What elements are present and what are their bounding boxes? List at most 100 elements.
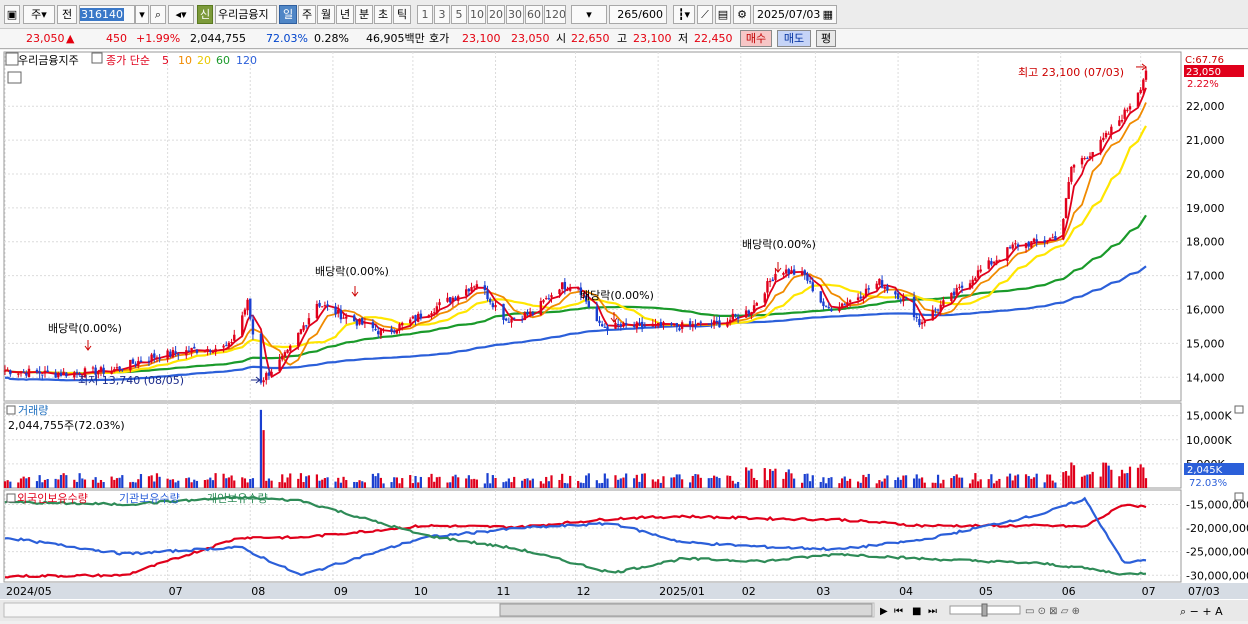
volume-bar — [990, 474, 993, 488]
stop-icon[interactable]: ■ — [912, 606, 921, 617]
date-input[interactable]: 2025/07/03 ▦ — [753, 5, 837, 24]
candle-body — [166, 350, 169, 360]
candle-body — [539, 300, 543, 315]
volume-bar — [46, 479, 49, 488]
code-dropdown-icon[interactable]: ▾ — [135, 5, 149, 24]
volume-bar — [753, 477, 756, 488]
scroll-thumb[interactable] — [499, 603, 873, 617]
volume-bar — [174, 482, 177, 488]
candle-body — [896, 293, 900, 300]
drawing-tools-icon[interactable]: ▭ ⊙ ⊠ ▱ ⊕ — [1025, 606, 1080, 617]
volume-bar — [1014, 475, 1017, 488]
volume-bar — [131, 481, 135, 488]
avg-button[interactable]: 평 — [816, 30, 836, 47]
volume-bar — [875, 483, 878, 488]
calendar-icon[interactable]: ▦ — [823, 6, 833, 23]
volume-bar — [1054, 482, 1057, 488]
volume-bar — [864, 477, 868, 488]
candle-body — [137, 361, 140, 367]
zoom-slider-handle[interactable] — [981, 603, 988, 617]
volume-close-icon[interactable] — [1234, 405, 1244, 414]
layout-icon[interactable]: ▣ — [4, 5, 20, 24]
period-tab-6[interactable]: 틱 — [393, 5, 411, 24]
candle-body — [640, 321, 644, 328]
period-tab-0[interactable]: 일 — [279, 5, 297, 24]
volume-settings-icon[interactable] — [6, 405, 16, 415]
interval-button-1[interactable]: 1 — [417, 5, 433, 24]
volume-bar — [1035, 473, 1038, 488]
save-icon[interactable]: ▤ — [715, 5, 731, 24]
legend-settings-icon[interactable] — [5, 52, 19, 66]
period-tab-4[interactable]: 분 — [355, 5, 373, 24]
volume-bar — [214, 473, 217, 488]
volume-bar — [896, 477, 900, 488]
volume-bar — [598, 483, 601, 488]
volume-bar — [1139, 464, 1142, 488]
interval-button-10[interactable]: 10 — [468, 5, 486, 24]
period-tab-1[interactable]: 주 — [298, 5, 316, 24]
volume-bar — [25, 478, 28, 488]
code-input[interactable]: 316140 — [79, 5, 135, 24]
sell-button[interactable]: 매도 — [777, 30, 811, 47]
candle-body — [830, 309, 833, 312]
volume-bar — [968, 483, 972, 488]
y-tick-label: 17,000 — [1186, 270, 1225, 283]
search-icon[interactable]: ⌕ — [150, 5, 166, 24]
candle-body — [616, 324, 620, 326]
ma-settings-icon[interactable] — [91, 52, 103, 64]
scroll-right-icon[interactable]: ▶ — [880, 606, 888, 617]
volume-bar — [81, 478, 84, 488]
volume-bar — [585, 475, 588, 488]
candle-body — [472, 286, 476, 288]
prev-button[interactable]: 전 — [57, 5, 77, 24]
settings-gear-icon[interactable]: ⚙ — [733, 5, 751, 24]
volume-bar — [971, 479, 974, 488]
zoom-icons[interactable]: ⌕ − + A — [1180, 605, 1223, 618]
interval-button-5[interactable]: 5 — [451, 5, 467, 24]
y-tick-label: 14,000 — [1186, 371, 1225, 384]
buy-button[interactable]: 매수 — [740, 30, 772, 47]
rewind-icon[interactable]: ⏮ — [894, 606, 903, 617]
volume-bar — [438, 476, 441, 488]
candle-type-icon[interactable]: ┇▾ — [673, 5, 695, 24]
period-tab-3[interactable]: 년 — [336, 5, 354, 24]
period-select[interactable]: 주▾ — [23, 5, 55, 24]
interval-button-120[interactable]: 120 — [544, 5, 566, 24]
period-tab-5[interactable]: 초 — [374, 5, 392, 24]
chart-area[interactable]: 2024/05 07 08 09 10 11 12 2025/01 02 03 04 05 06 07 07… — [0, 50, 1248, 621]
candle-body — [824, 305, 828, 307]
interval-button-3[interactable]: 3 — [434, 5, 450, 24]
volume-bar — [763, 468, 766, 488]
candle-body — [419, 313, 423, 319]
holdings-tick-label: -25,000,000 — [1186, 546, 1248, 559]
table-icon[interactable] — [7, 71, 22, 84]
holdings-legend-institution: 기관보유수량 — [119, 492, 180, 505]
forward-icon[interactable]: ⏭ — [928, 606, 937, 617]
line-tool-icon[interactable]: ⟋ — [697, 5, 713, 24]
holdings-close-icon[interactable] — [1234, 492, 1244, 501]
volume-bar — [846, 480, 849, 488]
volume-bar — [185, 478, 188, 488]
candle-body — [206, 349, 209, 353]
count-input[interactable]: 265/600 — [609, 5, 667, 24]
volume-badge-pct: 72.03% — [1189, 478, 1227, 489]
x-tick-label: 08 — [251, 585, 265, 598]
interval-button-30[interactable]: 30 — [506, 5, 524, 24]
volume-bar — [603, 473, 606, 488]
period-tab-2[interactable]: 월 — [317, 5, 335, 24]
interval-select[interactable]: ▾ — [571, 5, 607, 24]
interval-button-60[interactable]: 60 — [525, 5, 543, 24]
candle-body — [491, 303, 495, 308]
y-tick-label: 22,000 — [1186, 100, 1225, 113]
y-tick-label: 19,000 — [1186, 202, 1225, 215]
candle-body — [1027, 241, 1030, 247]
sound-icon[interactable]: ◂▾ — [168, 5, 194, 24]
volume-bar — [262, 430, 265, 488]
price-chart[interactable]: 2024/05 07 08 09 10 11 12 2025/01 02 03 04 05 06 07 07… — [0, 50, 1248, 621]
open-label: 시 — [556, 32, 567, 45]
interval-button-20[interactable]: 20 — [487, 5, 505, 24]
holdings-settings-icon[interactable] — [6, 493, 16, 503]
ask-price: 23,100 — [462, 32, 501, 45]
candle-body — [768, 280, 772, 283]
candle-body — [1054, 236, 1057, 241]
